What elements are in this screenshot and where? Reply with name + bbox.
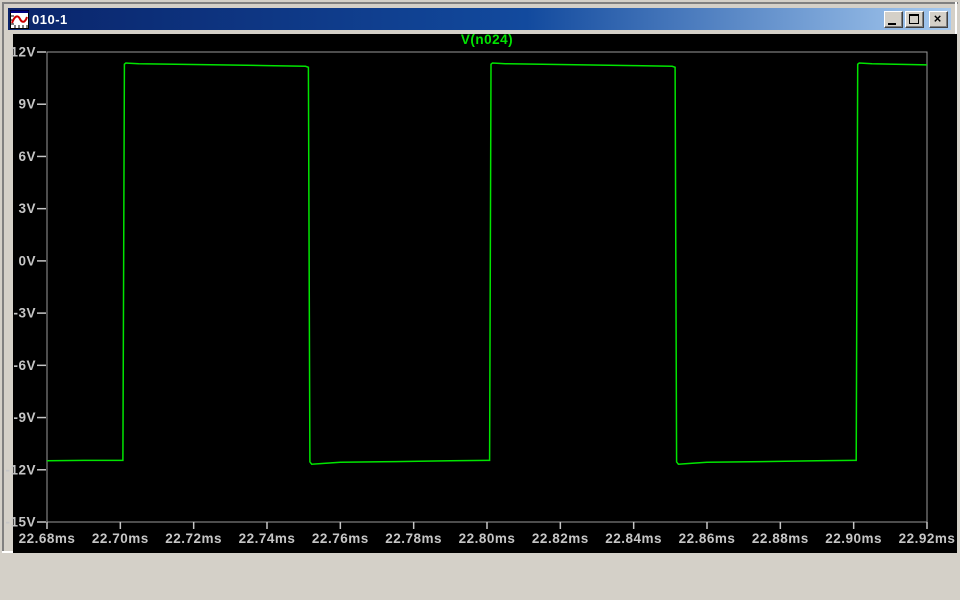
close-button[interactable]: × [929,10,948,28]
window-title: 010-1 [32,11,68,27]
waveform-chart-icon [10,9,29,29]
close-icon: × [933,10,942,26]
minimize-icon [888,22,896,25]
maximize-icon [909,13,919,24]
waveform-window: 010-1 × [4,4,957,553]
waveform-plot-area[interactable] [13,34,957,553]
minimize-button[interactable] [884,10,903,28]
window-titlebar[interactable]: 010-1 × [8,8,951,30]
maximize-button[interactable] [905,10,924,28]
